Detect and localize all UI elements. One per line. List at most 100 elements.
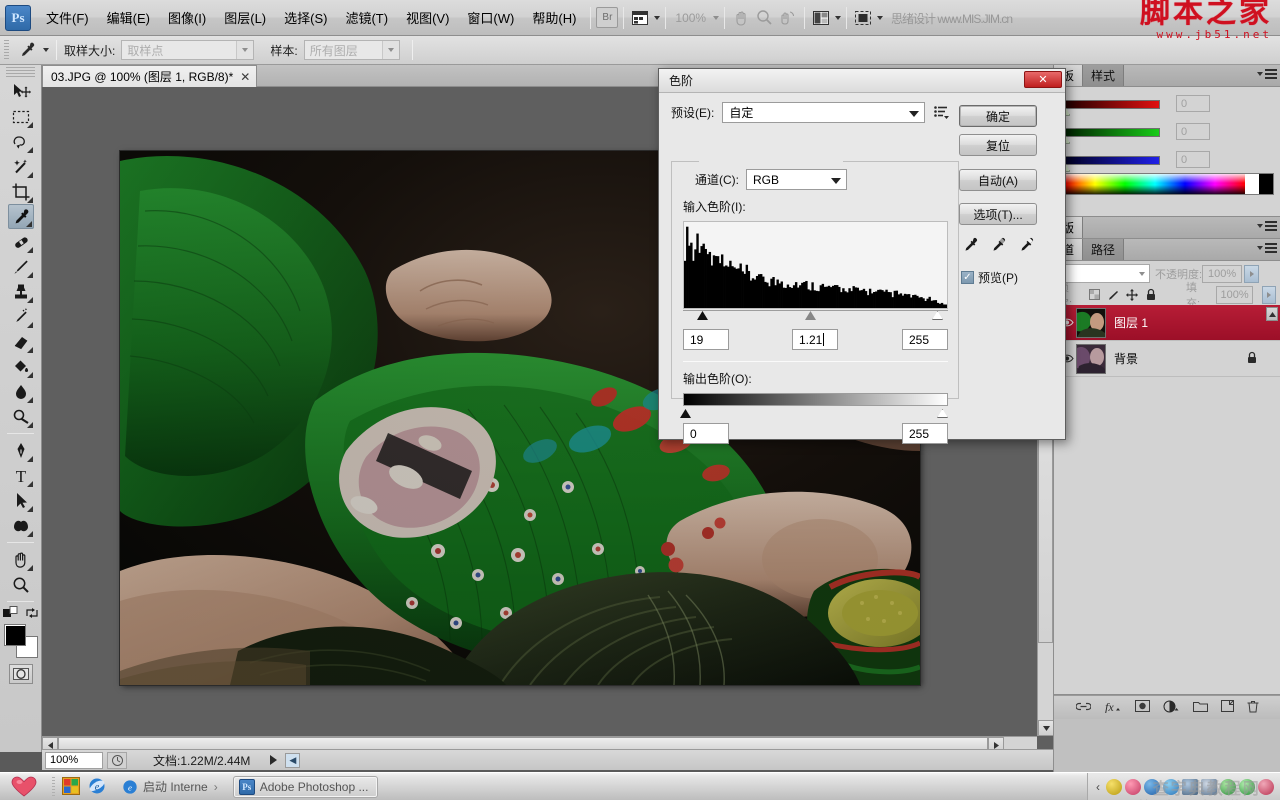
auto-button[interactable]: 自动(A) [959, 169, 1037, 191]
marquee-tool[interactable] [8, 104, 34, 129]
path-selection-tool[interactable] [8, 488, 34, 513]
output-white-point-marker[interactable] [937, 409, 948, 418]
quick-mask-button[interactable] [9, 664, 33, 684]
link-layers-icon[interactable] [1076, 701, 1091, 715]
lasso-tool[interactable] [8, 129, 34, 154]
lock-image-pixels-icon[interactable] [1107, 288, 1119, 301]
preview-checkbox[interactable]: ✓ [961, 271, 974, 284]
tool-preset-chevron-down-icon[interactable] [43, 48, 49, 52]
taskitem-internet[interactable]: e 启动 Interne › [116, 776, 228, 798]
menu-view[interactable]: 视图(V) [397, 4, 458, 31]
preset-options-menu-icon[interactable] [933, 104, 951, 122]
pen-tool[interactable] [8, 438, 34, 463]
spectrum-white-swatch[interactable] [1245, 174, 1259, 194]
layer-row-1[interactable]: 图层 1 [1054, 305, 1280, 341]
status-zoom-field[interactable]: 100% [45, 752, 103, 769]
layer-thumbnail[interactable] [1076, 344, 1106, 374]
blue-value-field[interactable]: 0 [1176, 151, 1210, 168]
dodge-tool[interactable] [8, 404, 34, 429]
healing-brush-tool[interactable] [8, 229, 34, 254]
layer-row-2[interactable]: 背景 [1054, 341, 1280, 377]
input-levels-slider-track[interactable] [683, 310, 948, 320]
channel-select[interactable]: RGB [746, 169, 847, 190]
rotate-view-tool-icon[interactable] [776, 7, 799, 28]
layers-panel-menu-button[interactable] [1254, 243, 1277, 253]
close-icon[interactable]: ✕ [1024, 71, 1062, 88]
tray-icon-6[interactable] [1201, 779, 1217, 795]
lock-transparent-pixels-icon[interactable] [1088, 288, 1100, 301]
paint-bucket-tool[interactable] [8, 354, 34, 379]
brush-tool[interactable] [8, 254, 34, 279]
screen-mode-icon[interactable] [629, 7, 651, 28]
arrange-documents-icon[interactable] [810, 7, 832, 28]
delete-layer-icon[interactable] [1247, 700, 1259, 716]
color-swatches[interactable] [4, 624, 38, 658]
input-black-point-marker[interactable] [697, 311, 708, 320]
set-black-point-eyedropper[interactable] [961, 236, 979, 257]
layer-scroll-up-arrow[interactable] [1266, 307, 1278, 321]
screen-mode-chevron-down-icon[interactable] [654, 16, 660, 20]
tray-icon-8[interactable] [1239, 779, 1255, 795]
new-layer-icon[interactable] [1221, 700, 1234, 715]
red-value-field[interactable]: 0 [1176, 95, 1210, 112]
output-levels-slider-track[interactable] [683, 408, 948, 418]
color-spectrum-ramp[interactable] [1064, 173, 1274, 195]
set-gray-point-eyedropper[interactable] [989, 236, 1007, 257]
close-icon[interactable]: ✕ [240, 70, 250, 84]
levels-dialog-titlebar[interactable]: 色阶 ✕ [659, 69, 1065, 93]
lock-position-icon[interactable] [1126, 288, 1138, 301]
new-adjustment-layer-icon[interactable] [1163, 700, 1180, 716]
output-black-point-marker[interactable] [680, 409, 691, 418]
menu-file[interactable]: 文件(F) [37, 4, 98, 31]
type-tool[interactable]: T [8, 463, 34, 488]
tab-paths[interactable]: 路径 [1083, 239, 1124, 260]
lock-all-icon[interactable] [1145, 288, 1157, 301]
toolbox-grip[interactable] [6, 67, 35, 77]
tray-icon-9[interactable] [1258, 779, 1274, 795]
options-bar-grip[interactable] [4, 40, 9, 61]
status-resize-box[interactable]: ◀ [285, 753, 300, 768]
start-button[interactable] [0, 774, 48, 800]
preview-row[interactable]: ✓ 预览(P) [961, 269, 1018, 286]
eyedropper-icon[interactable] [14, 39, 40, 62]
arrange-chevron-down-icon[interactable] [835, 16, 841, 20]
crop-tool[interactable] [8, 179, 34, 204]
layer-thumbnail[interactable] [1076, 308, 1106, 338]
status-preview-icon[interactable] [107, 752, 127, 769]
swap-colors-icon[interactable] [25, 606, 39, 620]
add-layer-mask-icon[interactable] [1135, 700, 1150, 715]
menu-filter[interactable]: 滤镜(T) [336, 4, 397, 31]
levels-dialog[interactable]: 色阶 ✕ 预设(E): 自定 [658, 68, 1066, 440]
show-desktop-icon[interactable] [62, 777, 82, 797]
spectrum-black-swatch[interactable] [1259, 174, 1273, 194]
input-black-field[interactable]: 19 [683, 329, 729, 350]
blur-tool[interactable] [8, 379, 34, 404]
hand-tool-icon[interactable] [730, 7, 753, 28]
blend-mode-select[interactable] [1058, 264, 1150, 283]
reset-button[interactable]: 复位 [959, 134, 1037, 156]
input-gamma-field[interactable]: 1.21 [792, 329, 838, 350]
ok-button[interactable]: 确定 [959, 105, 1037, 127]
menu-help[interactable]: 帮助(H) [523, 4, 585, 31]
menu-select[interactable]: 选择(S) [275, 4, 336, 31]
fill-field[interactable]: 100% [1216, 286, 1253, 304]
input-white-field[interactable]: 255 [902, 329, 948, 350]
tray-volume-icon[interactable] [1182, 779, 1198, 795]
zoom-chevron-down-icon[interactable] [713, 16, 719, 20]
output-levels-ramp[interactable] [683, 393, 948, 406]
scroll-down-arrow[interactable] [1038, 720, 1053, 736]
screen-mode-2-chevron-down-icon[interactable] [877, 16, 883, 20]
magic-wand-tool[interactable] [8, 154, 34, 179]
internet-explorer-icon[interactable]: e [88, 777, 108, 797]
color-panel-menu-button[interactable] [1254, 69, 1277, 79]
set-white-point-eyedropper[interactable] [1017, 236, 1035, 257]
preset-select[interactable]: 自定 [722, 102, 925, 123]
tray-icon-7[interactable] [1220, 779, 1236, 795]
tray-icon-3[interactable] [1144, 779, 1160, 795]
zoom-tool[interactable] [8, 572, 34, 597]
output-white-field[interactable]: 255 [902, 423, 948, 444]
status-menu-arrow[interactable] [270, 755, 277, 765]
options-button[interactable]: 选项(T)... [959, 203, 1037, 225]
shape-tool[interactable] [8, 513, 34, 538]
tab-styles[interactable]: 样式 [1083, 65, 1124, 86]
